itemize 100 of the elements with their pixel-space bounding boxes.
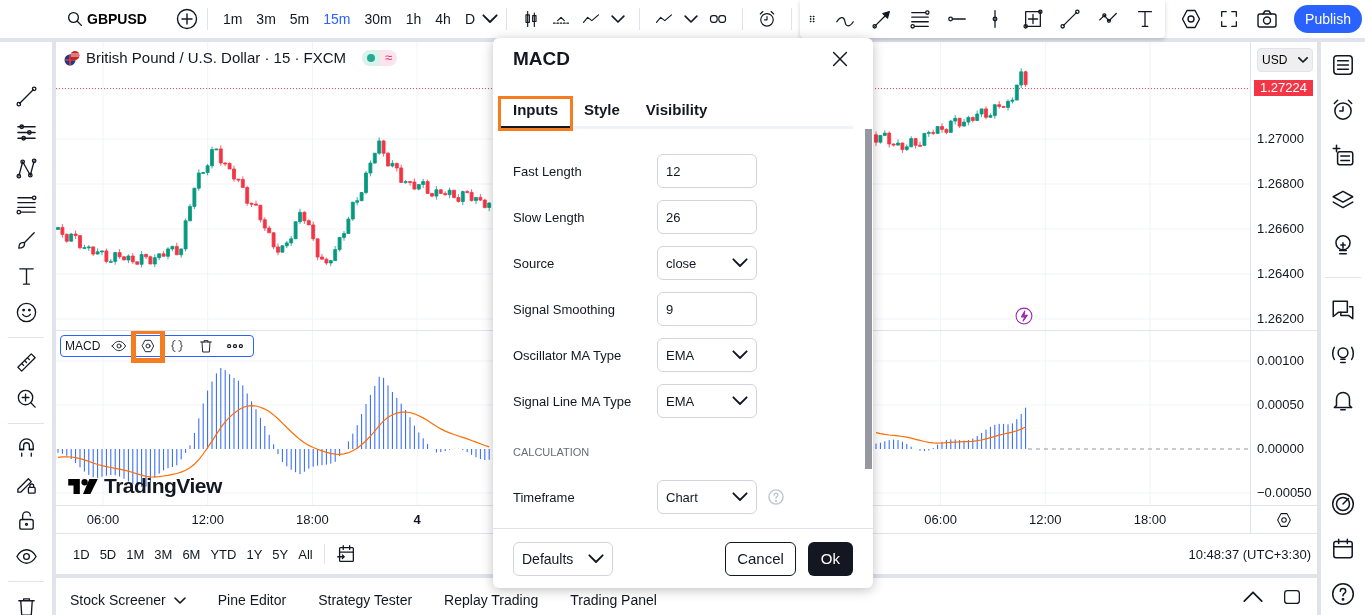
eye-icon [111, 338, 128, 354]
range-button[interactable]: 6M [177, 546, 206, 562]
field-label: Signal Smoothing [513, 301, 616, 317]
dropdown[interactable]: EMA [657, 384, 757, 418]
drag-handle-icon[interactable] [806, 13, 818, 25]
cancel-button[interactable]: Cancel [725, 541, 796, 576]
chevron-icon[interactable] [611, 14, 625, 24]
field-label: Signal Line MA Type [513, 393, 633, 409]
range-button[interactable]: 5D [94, 546, 122, 562]
add-list-icon[interactable] [1330, 142, 1356, 168]
parallel-lines-icon[interactable] [908, 8, 931, 30]
price-axis-label: 0.00050 [1257, 397, 1305, 413]
range-button[interactable]: 5Y [267, 546, 294, 562]
scrollbar[interactable] [865, 129, 872, 469]
panel-tab[interactable]: Stock Screener [70, 592, 186, 608]
panel-tab[interactable]: Strategy Tester [318, 592, 413, 608]
interval-button[interactable]: 15m [316, 11, 358, 27]
number-field[interactable]: 9 [657, 292, 757, 326]
chevron-icon [732, 492, 748, 502]
move-box-icon[interactable] [1021, 8, 1044, 30]
ruler-icon[interactable] [14, 351, 38, 374]
interval-button[interactable]: 4h [428, 11, 458, 27]
symbol-search-button[interactable]: GBPUSD [60, 9, 153, 29]
calendar-icon[interactable] [334, 543, 357, 565]
interval-button[interactable]: 3m [249, 11, 283, 27]
price-axis-label: 1.26400 [1257, 266, 1304, 282]
dialog-tab[interactable]: Inputs [500, 98, 571, 129]
range-button[interactable]: 1M [121, 546, 150, 562]
collapse-icon[interactable] [1243, 591, 1263, 603]
chevron-icon[interactable] [684, 14, 698, 24]
time-axis-label: 18:00 [295, 511, 330, 529]
interval-button[interactable]: 5m [282, 11, 317, 27]
price-axis-label: 1.26200 [1257, 311, 1304, 327]
panel-tab[interactable]: Pine Editor [217, 592, 287, 608]
chevron-icon[interactable] [482, 14, 498, 24]
dropdown[interactable]: Chart [657, 480, 757, 514]
field-label: Slow Length [513, 209, 586, 225]
dropdown[interactable]: close [657, 246, 757, 280]
trend-line-icon[interactable] [14, 85, 38, 108]
add-symbol-icon[interactable] [174, 7, 199, 31]
range-button[interactable]: 3M [149, 546, 178, 562]
price-axis-label: 1.27000 [1257, 131, 1304, 147]
interval-button[interactable]: 1h [398, 11, 429, 27]
interval-button[interactable]: 30m [357, 11, 399, 27]
lightning-icon[interactable] [1014, 306, 1034, 326]
logo-text: TradingView [104, 474, 222, 498]
time-axis-label: 18:00 [1132, 511, 1168, 529]
watchlist-icon[interactable] [1330, 52, 1356, 78]
range-button[interactable]: All [293, 546, 318, 562]
currency-dropdown[interactable]: USD [1257, 48, 1313, 72]
panel-tab[interactable]: Replay Trading [444, 592, 539, 608]
settings-icon[interactable] [1275, 510, 1293, 529]
dropdown-value: Chart [666, 489, 698, 505]
field-label: Source [513, 255, 556, 271]
help-icon[interactable] [1330, 581, 1356, 607]
interval-button[interactable]: D [457, 11, 482, 27]
dropdown-value: EMA [666, 393, 695, 409]
dropdown-value: close [666, 255, 697, 271]
field-label: Fast Length [513, 163, 583, 179]
trash-icon [198, 338, 215, 354]
number-field[interactable]: 12 [657, 154, 757, 188]
alarm-clock-icon[interactable] [757, 9, 777, 29]
number-field[interactable]: 26 [657, 200, 757, 234]
chevron-icon [732, 350, 748, 360]
publish-button[interactable]: Publish [1294, 5, 1362, 33]
camera-icon[interactable] [1255, 7, 1280, 31]
settings-button[interactable] [133, 331, 164, 361]
time-axis-label: 4 [412, 511, 422, 529]
trend-line-icon[interactable] [1059, 8, 1082, 30]
time-axis-label: 12:00 [1028, 511, 1063, 529]
chevron-icon [588, 553, 604, 564]
range-button[interactable]: YTD [205, 546, 242, 562]
price-axis-label: 0.00100 [1257, 353, 1305, 369]
fib-levels-icon[interactable] [14, 121, 38, 144]
chevron-icon [1298, 57, 1308, 63]
interval-button[interactable]: 1m [215, 11, 250, 27]
panel-tab[interactable]: Trading Panel [570, 592, 657, 608]
gauge-icon[interactable] [1330, 491, 1356, 517]
market-status-icon [362, 49, 381, 66]
ok-button[interactable]: Ok [807, 541, 853, 576]
dropdown[interactable]: EMA [657, 338, 757, 372]
dialog-tab[interactable]: Visibility [632, 98, 721, 129]
indicator-name: MACD [65, 339, 101, 353]
range-button[interactable]: 1D [68, 546, 95, 562]
price-axis-label: 1.26600 [1257, 221, 1304, 237]
settings-icon [140, 338, 157, 354]
search-icon [66, 10, 84, 28]
range-button[interactable]: 1Y [241, 546, 268, 562]
logo-icon [68, 476, 98, 496]
parallel-lines-icon[interactable] [14, 193, 38, 216]
defaults-dropdown[interactable]: Defaults [513, 541, 613, 576]
price-axis-label: 1.26800 [1257, 176, 1304, 192]
defaults-label: Defaults [522, 550, 574, 567]
more-icon [227, 343, 244, 349]
pattern-icon[interactable] [14, 157, 38, 180]
section-heading: CALCULATION [513, 446, 591, 458]
dialog-tab[interactable]: Style [571, 98, 633, 129]
currency-label: USD [1262, 53, 1288, 67]
emoji-icon[interactable] [14, 301, 38, 324]
flag-icon [64, 49, 80, 66]
